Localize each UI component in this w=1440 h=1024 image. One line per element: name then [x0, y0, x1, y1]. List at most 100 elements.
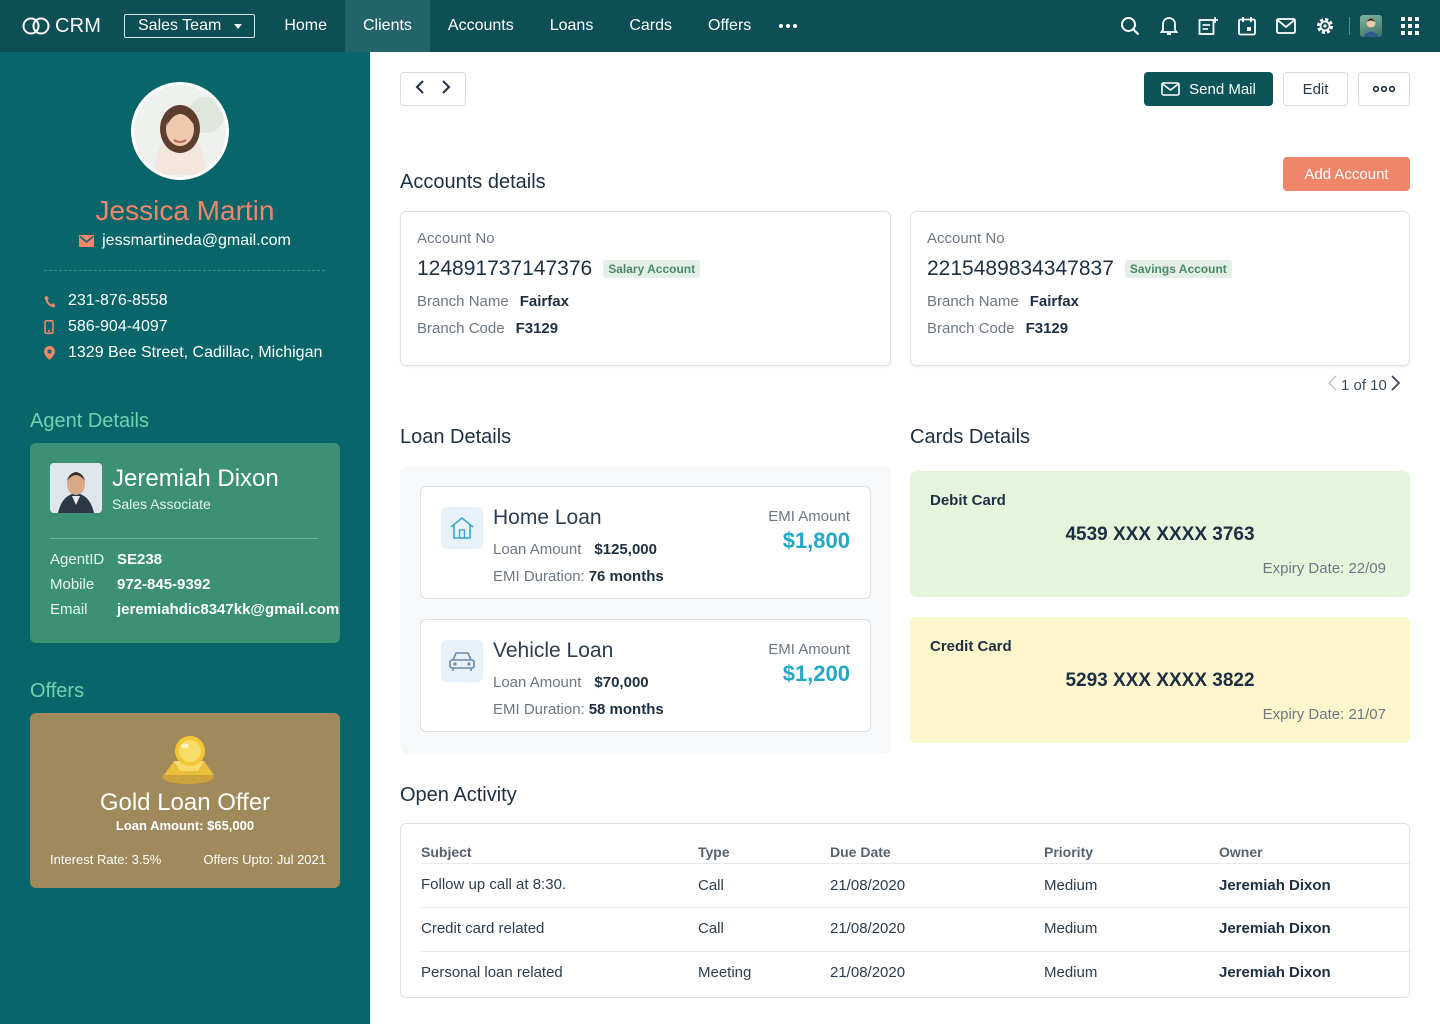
edit-button[interactable]: Edit	[1283, 72, 1348, 106]
table-row[interactable]: Personal loan related Meeting 21/08/2020…	[421, 951, 1411, 995]
mail-icon	[1161, 82, 1180, 96]
logo-icon	[22, 17, 50, 35]
account-card[interactable]: Account No 2215489834347837 Savings Acco…	[910, 211, 1410, 366]
phone-icon	[44, 295, 68, 308]
offers-heading: Offers	[30, 680, 85, 702]
nav-accounts[interactable]: Accounts	[430, 0, 532, 52]
accounts-page-indicator: 1 of 10	[1341, 376, 1387, 394]
agent-id-row: AgentID SE238	[50, 547, 339, 572]
cell-owner: Jeremiah Dixon	[1219, 964, 1331, 981]
column-due-date: Due Date	[830, 844, 891, 860]
add-account-button[interactable]: Add Account	[1283, 157, 1410, 191]
emi-amount-label: EMI Amount	[768, 508, 850, 525]
column-owner: Owner	[1219, 844, 1263, 860]
agent-photo	[50, 463, 102, 513]
agent-email-value[interactable]: jeremiahdic8347kk@gmail.com	[117, 601, 339, 618]
loan-card[interactable]: Home Loan Loan Amount $125,000 EMI Durat…	[420, 486, 871, 599]
gold-loan-offer-card[interactable]: Gold Loan Offer Loan Amount: $65,000 Int…	[30, 713, 340, 888]
user-avatar[interactable]	[1360, 15, 1382, 37]
emi-duration-row: EMI Duration: 58 months	[493, 701, 664, 718]
bell-icon[interactable]	[1149, 0, 1188, 52]
apps-grid-icon[interactable]	[1398, 0, 1422, 52]
cards-section-title: Cards Details	[910, 426, 1031, 448]
crm-logo[interactable]: CRM	[22, 15, 108, 38]
branch-name-label: Branch Name	[927, 293, 1019, 310]
nav-loans[interactable]: Loans	[532, 0, 612, 52]
chevron-left-icon[interactable]	[415, 79, 425, 99]
loan-name: Vehicle Loan	[493, 639, 614, 662]
contact-address-text: 1329 Bee Street, Cadillac, Michigan	[68, 344, 323, 361]
branch-code-row: Branch Code F3129	[927, 320, 1068, 337]
agent-details-heading: Agent Details	[30, 410, 149, 432]
agent-mobile-value[interactable]: 972-845-9392	[117, 576, 210, 593]
home-icon	[441, 507, 483, 549]
chevron-left-icon[interactable]	[1327, 375, 1337, 395]
gear-icon[interactable]	[1305, 0, 1344, 52]
mail-icon[interactable]	[1266, 0, 1305, 52]
loan-amount-label: Loan Amount	[493, 541, 582, 558]
table-row[interactable]: Credit card related Call 21/08/2020 Medi…	[421, 907, 1411, 951]
loan-amount-value: $125,000	[594, 541, 657, 558]
client-name: Jessica Martin	[95, 195, 275, 226]
agent-email-label: Email	[50, 601, 88, 618]
record-navigation	[400, 72, 466, 106]
contact-mobile-text: 586-904-4097	[68, 318, 168, 335]
contact-phone[interactable]: 231-876-8558	[44, 288, 322, 314]
team-dropdown[interactable]: Sales Team	[124, 14, 256, 38]
send-mail-button[interactable]: Send Mail	[1144, 72, 1273, 106]
agent-id-label: AgentID	[50, 551, 105, 568]
brand-name: CRM	[55, 14, 102, 37]
account-number-value: 124891737147376	[417, 257, 593, 280]
column-priority: Priority	[1044, 844, 1094, 860]
more-options-button[interactable]	[1358, 72, 1410, 106]
cell-due-date: 21/08/2020	[830, 964, 906, 981]
client-email[interactable]: jessmartineda@gmail.com	[0, 232, 370, 250]
more-horizontal-icon	[1373, 86, 1395, 92]
account-no-label: Account No	[417, 230, 495, 247]
card-type: Credit Card	[930, 638, 1012, 655]
accounts-section-title: Accounts details	[400, 171, 546, 193]
main-content: Send Mail Edit Accounts details Add Acco…	[370, 52, 1440, 1024]
emi-duration-value: 76 months	[588, 568, 664, 585]
credit-card[interactable]: Credit Card 5293 XXX XXXX 3822 Expiry Da…	[910, 617, 1410, 743]
nav-home[interactable]: Home	[266, 0, 345, 52]
card-expiry: Expiry Date: 21/07	[1262, 706, 1386, 723]
client-photo	[131, 82, 229, 180]
cell-type: Call	[698, 920, 724, 937]
debit-card[interactable]: Debit Card 4539 XXX XXXX 3763 Expiry Dat…	[910, 471, 1410, 597]
account-type-badge: Salary Account	[603, 260, 701, 278]
branch-code-row: Branch Code F3129	[417, 320, 558, 337]
chevron-right-icon[interactable]	[441, 79, 451, 99]
contact-mobile[interactable]: 586-904-4097	[44, 314, 322, 340]
offer-validity: Offers Upto: Jul 2021	[203, 852, 326, 867]
location-pin-icon	[44, 346, 68, 360]
loan-amount-value: $70,000	[594, 674, 649, 691]
calendar-icon[interactable]	[1227, 0, 1266, 52]
loan-amount-row: Loan Amount $125,000	[493, 541, 657, 558]
cell-type: Meeting	[698, 964, 752, 981]
emi-amount-value: $1,200	[782, 661, 850, 686]
nav-clients[interactable]: Clients	[345, 0, 430, 52]
chevron-right-icon[interactable]	[1391, 375, 1401, 395]
table-row[interactable]: Follow up call at 8:30. Call 21/08/2020 …	[421, 863, 1411, 907]
loan-section-title: Loan Details	[400, 426, 512, 448]
branch-name-label: Branch Name	[417, 293, 509, 310]
nav-cards[interactable]: Cards	[611, 0, 690, 52]
open-activity-table: Subject Type Due Date Priority Owner Fol…	[400, 823, 1411, 998]
loan-name: Home Loan	[493, 506, 602, 529]
agent-email-row: Email jeremiahdic8347kk@gmail.com	[50, 597, 339, 622]
account-type-badge: Savings Account	[1124, 260, 1232, 278]
cell-subject: Credit card related	[421, 920, 545, 937]
search-icon[interactable]	[1110, 0, 1149, 52]
account-card[interactable]: Account No 124891737147376 Salary Accoun…	[400, 211, 891, 366]
loan-list: Home Loan Loan Amount $125,000 EMI Durat…	[400, 466, 891, 754]
notes-icon[interactable]	[1188, 0, 1227, 52]
cell-priority: Medium	[1044, 877, 1098, 894]
branch-code-label: Branch Code	[927, 320, 1015, 337]
account-number: 2215489834347837 Savings Account	[927, 257, 1232, 281]
branch-name-value: Fairfax	[1029, 293, 1079, 310]
team-dropdown-value: Sales Team	[138, 17, 222, 34]
nav-offers[interactable]: Offers	[690, 0, 769, 52]
more-nav-icon[interactable]	[769, 0, 807, 52]
loan-card[interactable]: Vehicle Loan Loan Amount $70,000 EMI Dur…	[420, 619, 871, 732]
